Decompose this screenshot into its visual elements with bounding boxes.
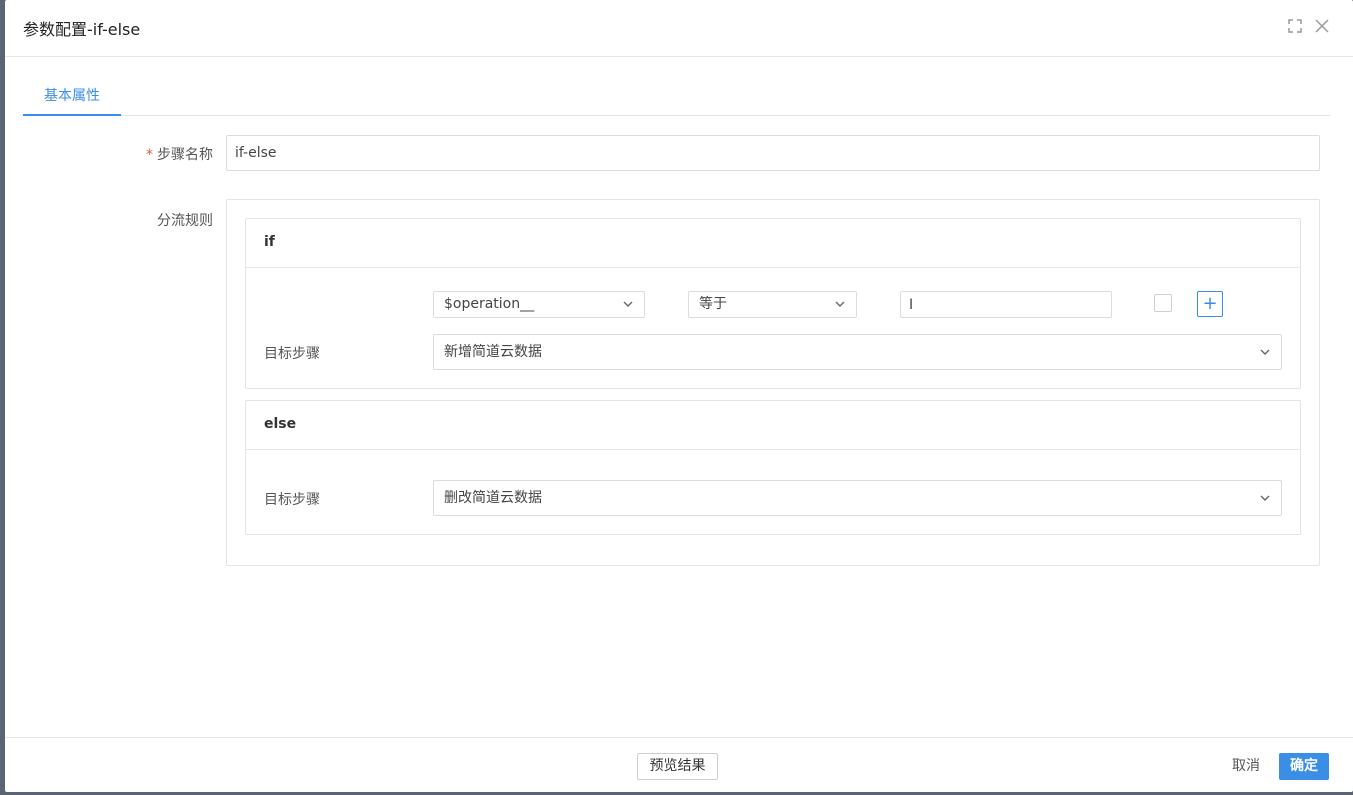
dialog-title: 参数配置-if-else — [23, 20, 141, 39]
else-target-step-label: 目标步骤 — [264, 492, 320, 508]
else-branch: else 目标步骤 删改简道云数据 — [245, 400, 1301, 535]
else-target-step-value: 删改简道云数据 — [444, 490, 542, 506]
else-branch-header: else — [246, 401, 1300, 450]
tab-basic-properties[interactable]: 基本属性 — [23, 76, 121, 116]
if-target-step-label: 目标步骤 — [264, 346, 320, 362]
step-name-label: * 步骤名称 — [105, 144, 213, 164]
condition-operator-value: 等于 — [699, 296, 727, 312]
condition-field-value: $operation__ — [444, 296, 535, 312]
add-condition-button[interactable]: + — [1197, 291, 1223, 317]
maximize-icon[interactable] — [1286, 17, 1304, 35]
if-branch-header: if — [246, 219, 1300, 268]
if-target-step-value: 新增简道云数据 — [444, 344, 542, 360]
close-icon[interactable] — [1313, 17, 1331, 35]
condition-field-select[interactable]: $operation__ — [433, 291, 645, 318]
condition-operator-select[interactable]: 等于 — [688, 291, 857, 318]
if-target-step-select[interactable]: 新增简道云数据 — [433, 334, 1282, 370]
chevron-down-icon — [834, 298, 846, 310]
else-target-step-select[interactable]: 删改简道云数据 — [433, 480, 1282, 516]
tab-bar: 基本属性 — [23, 76, 1331, 116]
step-name-input[interactable] — [226, 135, 1320, 171]
step-name-label-text: 步骤名称 — [157, 147, 213, 163]
confirm-button[interactable]: 确定 — [1279, 753, 1329, 780]
required-mark: * — [146, 147, 153, 163]
dialog-footer: 预览结果 取消 确定 — [5, 737, 1353, 792]
split-rules-container: if $operation__ 等于 + 目标步骤 新增简道云数据 — [226, 199, 1320, 566]
if-branch: if $operation__ 等于 + 目标步骤 新增简道云数据 — [245, 218, 1301, 389]
chevron-down-icon — [1259, 346, 1271, 358]
split-rules-label: 分流规则 — [157, 213, 213, 229]
condition-value-input[interactable] — [900, 291, 1112, 318]
config-dialog: 参数配置-if-else 基本属性 *步骤名称 分流规则 if $operati… — [5, 0, 1353, 792]
dialog-header: 参数配置-if-else — [5, 0, 1353, 57]
preview-result-button[interactable]: 预览结果 — [637, 753, 718, 780]
chevron-down-icon — [1259, 492, 1271, 504]
cancel-button[interactable]: 取消 — [1223, 753, 1269, 780]
condition-checkbox[interactable] — [1154, 294, 1172, 312]
chevron-down-icon — [622, 298, 634, 310]
